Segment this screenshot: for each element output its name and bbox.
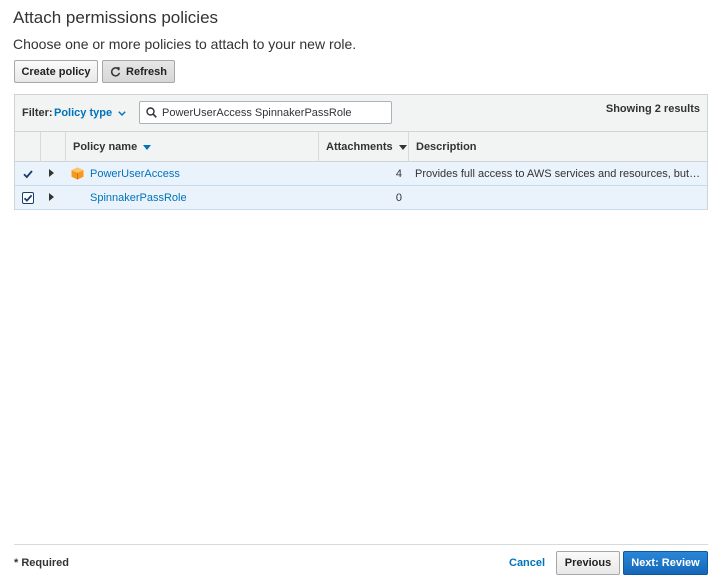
column-divider [408,132,409,161]
column-header-description: Description [416,141,477,153]
page-title: Attach permissions policies [13,8,219,27]
footer-divider [14,544,708,545]
filter-type-dropdown[interactable]: Policy type [54,107,126,119]
attachments-count: 0 [395,192,402,204]
search-input[interactable] [162,106,377,119]
filter-label: Filter: [22,107,53,119]
column-header-label: Description [416,141,477,153]
create-policy-label: Create policy [21,65,91,78]
chevron-down-icon [118,110,126,116]
refresh-label: Refresh [126,65,167,78]
column-divider [65,132,66,161]
table-toolbar: Filter: Policy type Showing 2 results [15,95,707,132]
search-icon [146,107,157,118]
column-header-label: Policy name [73,141,138,153]
table-row[interactable]: SpinnakerPassRole 0 [15,186,707,210]
search-box[interactable] [139,101,392,124]
create-policy-button[interactable]: Create policy [14,60,98,83]
previous-label: Previous [564,557,612,569]
result-count: Showing 2 results [605,103,700,115]
column-header-policy-name[interactable]: Policy name [73,141,152,153]
refresh-button[interactable]: Refresh [102,60,175,83]
required-text: Required [18,557,70,569]
page-subtitle: Choose one or more policies to attach to… [13,36,357,52]
sort-down-icon [398,144,407,150]
policy-name-link[interactable]: PowerUserAccess [90,168,180,180]
column-divider [40,132,41,161]
expand-row-icon[interactable] [49,169,54,177]
column-divider [318,132,319,161]
filter-type-value: Policy type [54,107,113,119]
policies-table-panel: Filter: Policy type Showing 2 results Po… [14,94,708,210]
next-review-button[interactable]: Next: Review [623,551,708,575]
previous-button[interactable]: Previous [556,551,620,575]
policy-name-link[interactable]: SpinnakerPassRole [90,192,187,204]
required-note: * Required [14,557,69,569]
cancel-link[interactable]: Cancel [509,557,545,569]
column-header-label: Attachments [326,141,393,153]
table-header-row: Policy name Attachments Description [15,132,707,162]
aws-managed-policy-icon [71,167,84,180]
policy-description: Provides full access to AWS services and… [415,168,703,180]
table-row[interactable]: PowerUserAccess 4 Provides full access t… [15,162,707,186]
column-header-attachments[interactable]: Attachments [326,141,407,153]
row-checkbox[interactable] [22,168,34,180]
attachments-count: 4 [395,168,402,180]
next-review-label: Next: Review [631,557,700,569]
sort-down-icon [143,144,152,150]
refresh-icon [110,66,121,77]
expand-row-icon[interactable] [49,193,54,201]
row-checkbox[interactable] [22,192,34,204]
